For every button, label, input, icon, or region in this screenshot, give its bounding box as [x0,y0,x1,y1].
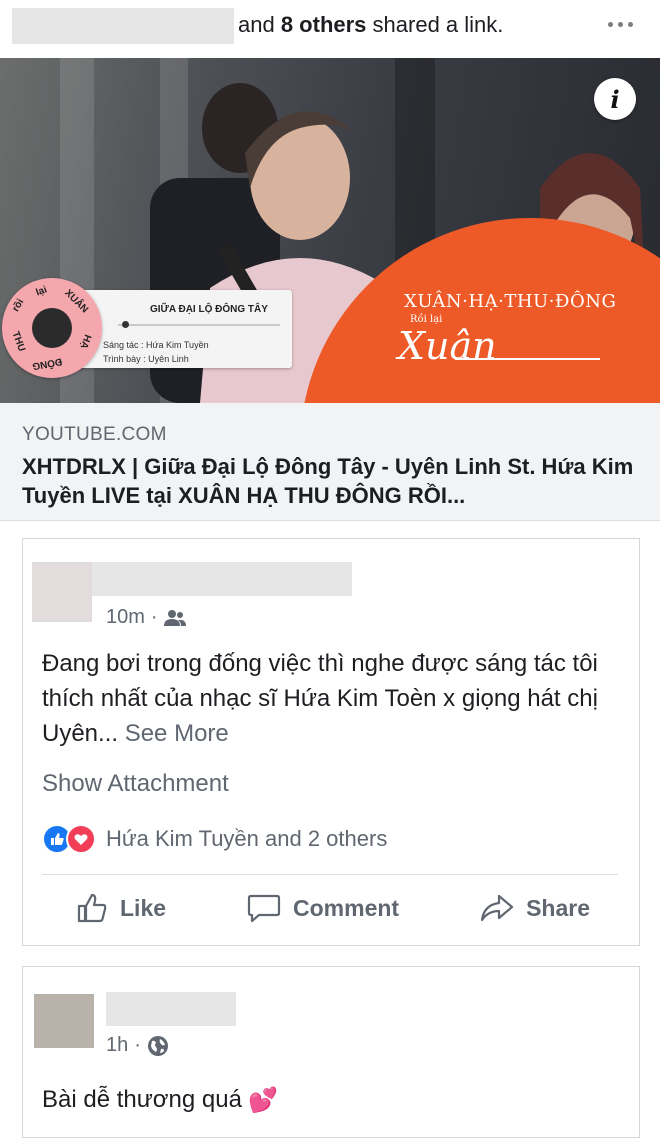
two-hearts-emoji: 💕 [247,1087,278,1115]
disc-center [32,308,72,348]
player-progress-dot [122,321,129,328]
share-text-pre: and [238,12,281,37]
brand-script: Xuân [398,324,497,368]
comment-bubble-icon [247,894,281,923]
reactions-summary[interactable]: Hứa Kim Tuyền and 2 others [42,824,387,854]
comment-text: Bài dễ thương quá [42,1086,242,1113]
brand-underline [455,358,600,360]
see-more-link[interactable]: See More [125,720,229,747]
more-options-icon[interactable] [608,14,642,34]
brand-title: XUÂN·HẠ·THU·ĐÔNG [404,291,617,312]
album-disc: lại rồi XUÂN THU ĐÔNG HẠ [2,278,102,378]
comment-label: Comment [293,894,400,921]
share-summary: and 8 others shared a link. [238,12,503,38]
like-button[interactable]: Like [76,892,166,924]
thumbs-up-icon [77,893,107,923]
avatar[interactable] [34,994,94,1048]
player-composer: Sáng tác : Hứa Kim Tuyền [103,340,209,350]
disc-text: HẠ [77,332,93,351]
share-arrow-icon [480,894,514,922]
disc-text: THU [9,329,27,354]
love-reaction-icon [66,824,96,854]
link-title[interactable]: XHTDRLX | Giữa Đại Lộ Đông Tây - Uyên Li… [22,452,642,510]
comment-button[interactable]: Comment [247,892,399,924]
share-label: Share [526,894,590,921]
globe-icon [147,1035,168,1056]
disc-text: lại [34,284,49,299]
meta-separator: · [150,606,158,628]
reactions-text: Hứa Kim Tuyền and 2 others [106,826,388,851]
commenter-name-redacted[interactable] [92,562,352,596]
commenter-name-redacted[interactable] [106,992,236,1026]
comment-meta: 1h · [106,1034,169,1057]
comment-time[interactable]: 1h [106,1034,128,1057]
comment-time[interactable]: 10m [106,606,145,629]
player-song-title: GIỮA ĐẠI LỘ ĐÔNG TÂY [150,304,268,315]
disc-text: XUÂN [62,287,91,316]
info-icon[interactable]: i [594,78,636,120]
sharer-name-redacted [12,8,234,44]
disc-text: ĐÔNG [31,355,63,372]
show-attachment-link[interactable]: Show Attachment [42,770,229,798]
link-preview-image[interactable]: XUÂN·HẠ·THU·ĐÔNG Rồi lại Xuân GIỮA ĐẠI L… [0,58,660,403]
comment-body: Bài dễ thương quá 💕 [42,1082,278,1118]
comment-actions: Like Comment Share [76,892,590,924]
comment-meta: 10m · [106,606,186,629]
share-button[interactable]: Share [480,893,590,923]
like-label: Like [120,894,167,921]
share-text-post: shared a link. [366,12,504,37]
avatar[interactable] [32,562,92,622]
disc-text: rồi [10,297,27,314]
comment-body: Đang bơi trong đống việc thì nghe được s… [42,646,602,751]
link-domain: YOUTUBE.COM [22,424,167,445]
friends-icon [163,609,186,626]
player-progress-track [118,324,280,326]
player-performer: Trình bày : Uyên Linh [103,354,189,364]
actions-divider [42,874,618,875]
share-others-link[interactable]: 8 others [281,12,367,37]
meta-separator: · [134,1034,141,1056]
